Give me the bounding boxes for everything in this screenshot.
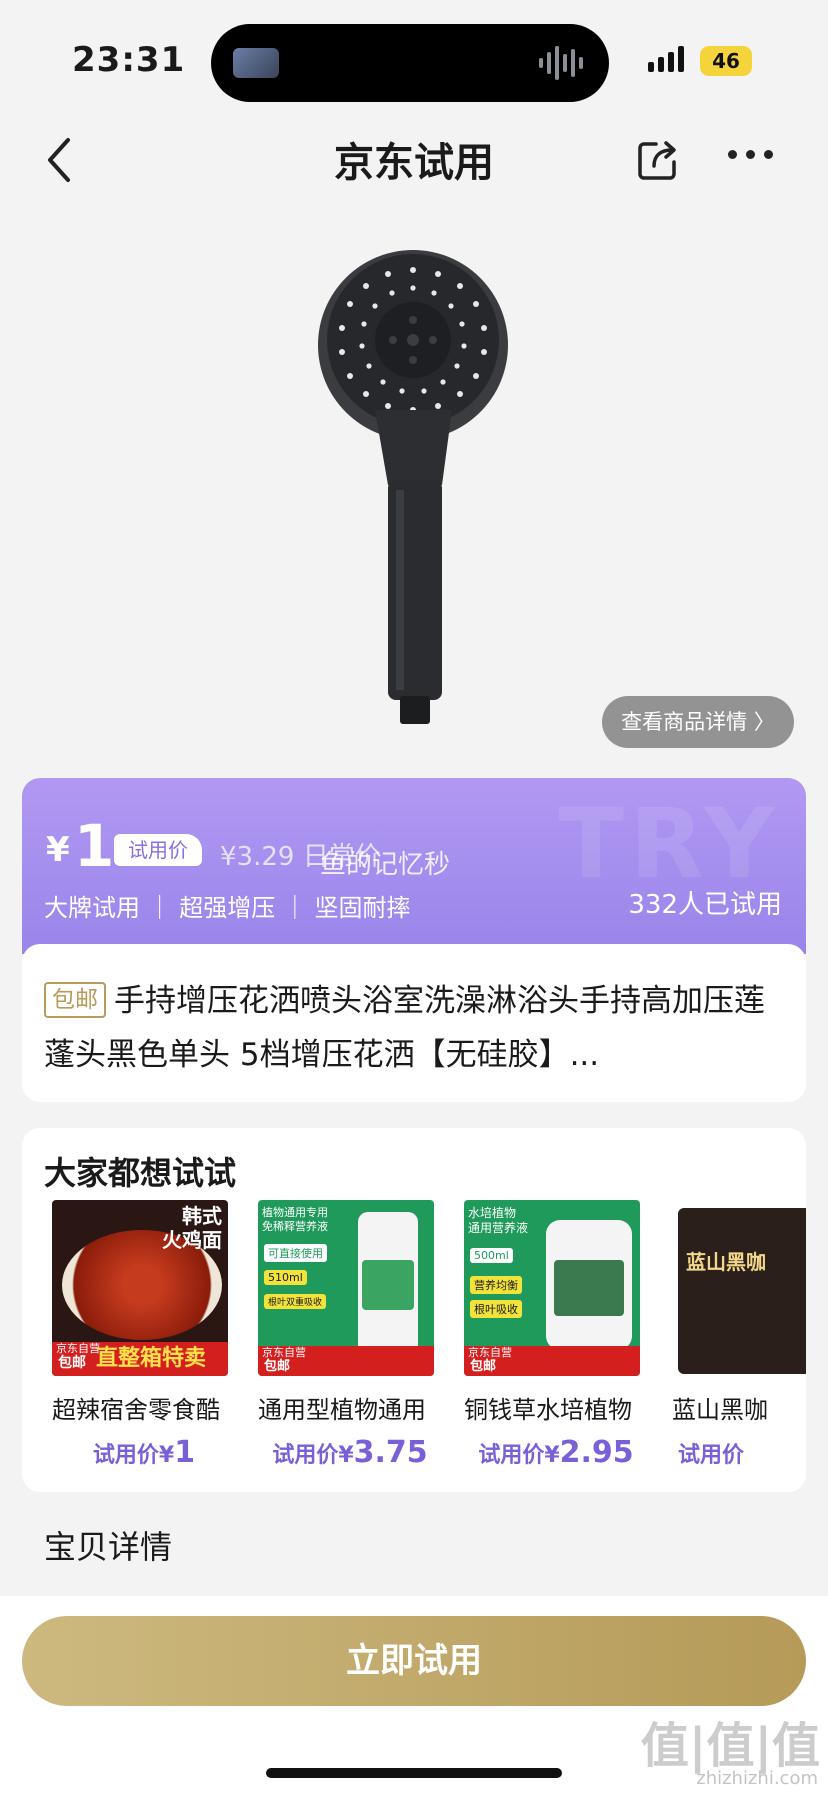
live-activity-app-icon (233, 48, 279, 78)
recommend-item-price: 试用价¥2.95 (478, 1435, 634, 1470)
recommend-item-price: 试用价¥1 (92, 1435, 196, 1470)
feature-tags: 大牌试用 ｜ 超强增压 ｜ 坚固耐摔 (44, 894, 411, 922)
audio-waveform-icon (539, 44, 583, 82)
share-icon[interactable] (636, 138, 680, 182)
try-now-button[interactable]: 立即试用 (22, 1616, 806, 1706)
recommend-item[interactable]: 植物通用专用 免稀释营养液 可直接使用 510ml 根叶双重吸收 京东自营 包邮… (258, 1200, 448, 1470)
price-currency: ¥ (46, 830, 70, 870)
recommend-item[interactable]: 韩式 火鸡面 京东自营 包邮 直整箱特卖 超辣宿舍零食酷 试用价¥1 (52, 1200, 242, 1470)
user-watermark: 鱼的记忆秒 (320, 850, 451, 880)
recommend-section: 大家都想试试 韩式 火鸡面 京东自营 包邮 直整箱特卖 超辣宿舍零食酷 试用价¥… (22, 1128, 806, 1492)
recommend-item-name: 超辣宿舍零食酷 (52, 1396, 220, 1424)
product-title: 包邮 手持增压花洒喷头浴室洗澡淋浴头手持高加压莲蓬头黑色单头 5档增压花洒【无硅胶… (44, 974, 784, 1082)
recommend-item-name: 通用型植物通用 (258, 1396, 426, 1424)
trial-count: 332人已试用 (628, 890, 782, 920)
recommend-item[interactable]: 水培植物 通用营养液 500ml 营养均衡 根叶吸收 京东自营 包邮 铜钱草水培… (464, 1200, 654, 1470)
recommend-title: 大家都想试试 (44, 1154, 237, 1192)
recommend-item-name: 蓝山黑咖 (672, 1396, 768, 1424)
recommend-item-image: 蓝山黑咖 (672, 1200, 806, 1376)
recommend-item-price: 试用价 (678, 1443, 745, 1468)
recommend-item-image: 韩式 火鸡面 京东自营 包邮 直整箱特卖 (52, 1200, 228, 1376)
price-banner: TRY ¥ 1 试用价 ¥3.29 日常价 鱼的记忆秒 大牌试用 ｜ 超强增压 … (22, 778, 806, 954)
product-detail-heading: 宝贝详情 (44, 1528, 173, 1566)
free-shipping-badge: 包邮 (44, 982, 106, 1018)
dynamic-island (211, 24, 609, 102)
trial-price-tag: 试用价 (114, 834, 202, 866)
status-time: 23:31 (72, 40, 186, 80)
site-watermark-url: zhizhizhi.com (696, 1768, 818, 1789)
product-title-text: 手持增压花洒喷头浴室洗澡淋浴头手持高加压莲蓬头黑色单头 5档增压花洒【无硅胶】.… (44, 983, 765, 1073)
recommend-item-image: 植物通用专用 免稀释营养液 可直接使用 510ml 根叶双重吸收 京东自营 包邮 (258, 1200, 434, 1376)
product-title-card[interactable]: 包邮 手持增压花洒喷头浴室洗澡淋浴头手持高加压莲蓬头黑色单头 5档增压花洒【无硅胶… (22, 944, 806, 1102)
site-watermark: 值|值|值 (640, 1718, 820, 1774)
cellular-signal-icon (648, 46, 684, 72)
view-product-details-button[interactable]: 查看商品详情 〉 (602, 696, 794, 748)
more-menu-icon[interactable] (728, 150, 773, 159)
shower-head-product-image[interactable] (300, 240, 540, 740)
page-title: 京东试用 (334, 140, 494, 186)
battery-indicator: 46 (700, 46, 752, 76)
recommend-item-name: 铜钱草水培植物 (464, 1396, 632, 1424)
trial-price: 1 (74, 812, 115, 880)
home-indicator[interactable] (266, 1768, 562, 1778)
recommend-item-image: 水培植物 通用营养液 500ml 营养均衡 根叶吸收 京东自营 包邮 (464, 1200, 640, 1376)
recommend-item[interactable]: 蓝山黑咖 蓝山黑咖 试用价 (672, 1200, 806, 1470)
recommend-item-price: 试用价¥3.75 (272, 1435, 428, 1470)
